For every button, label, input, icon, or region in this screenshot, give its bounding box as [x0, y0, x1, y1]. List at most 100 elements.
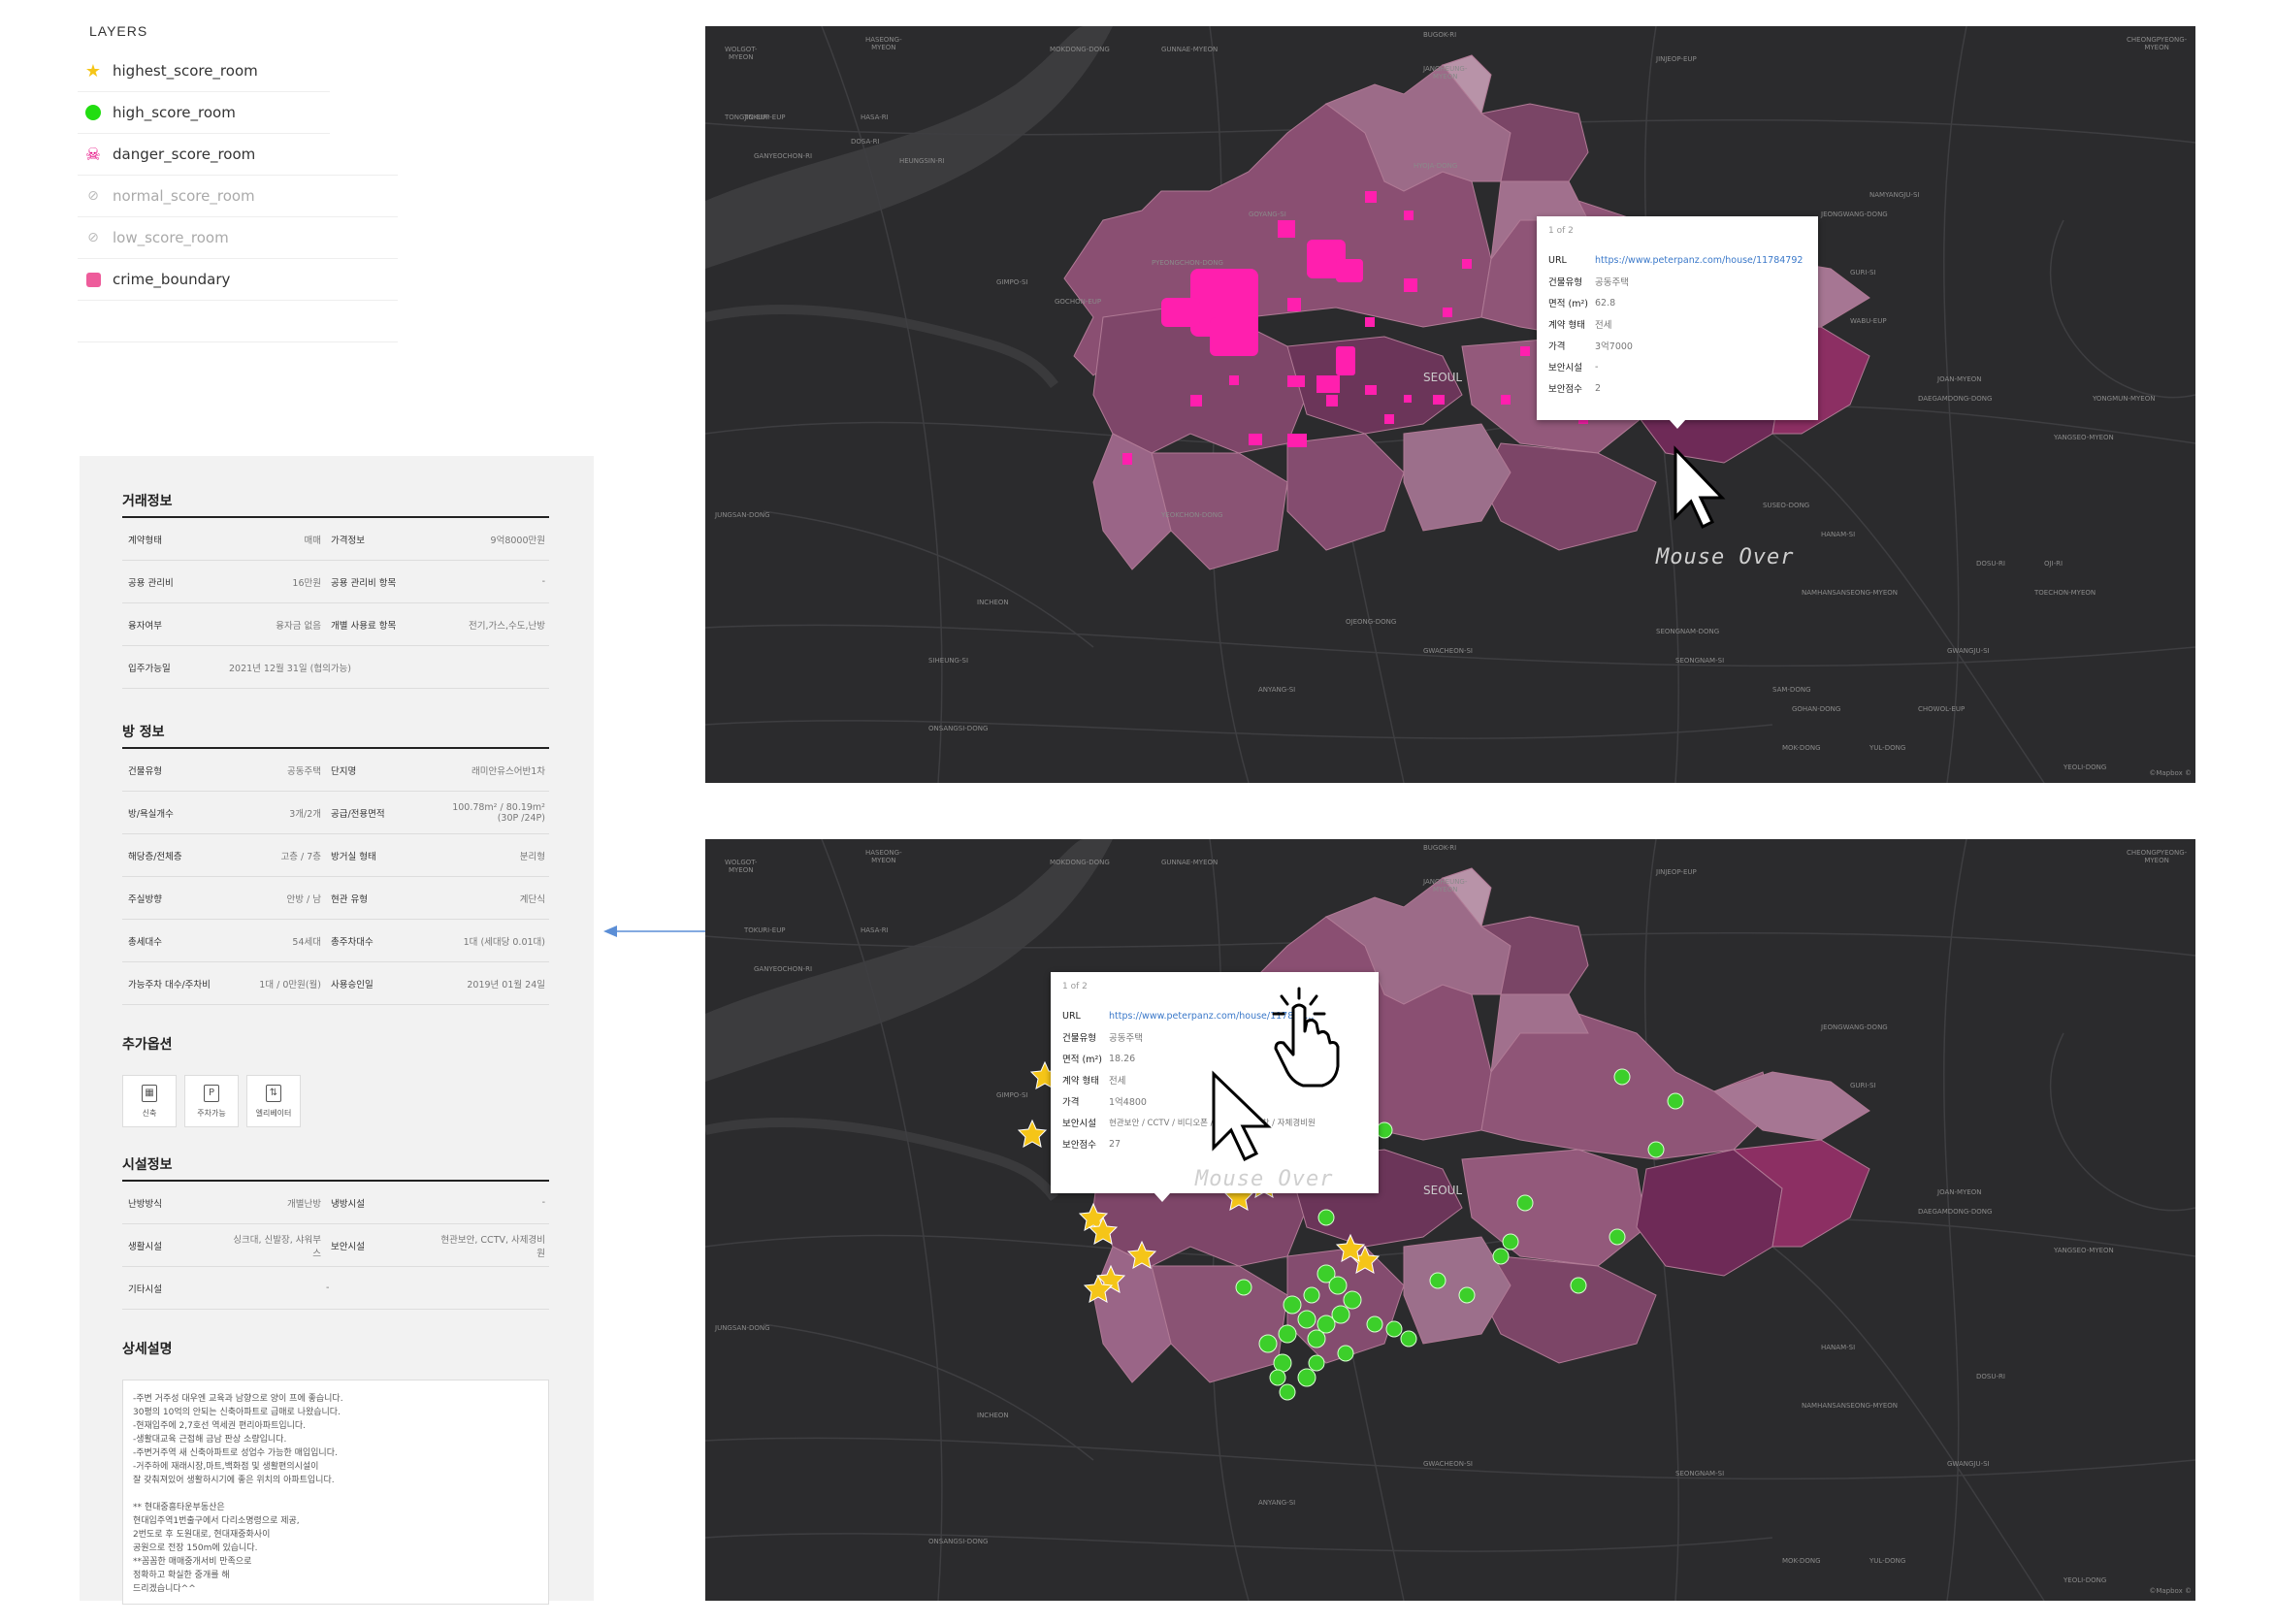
detail-row: 방/욕실개수 3개/2개 공급/전용면적 100.78m² / 80.19m² … — [122, 792, 549, 834]
building-icon: ▦ — [142, 1084, 157, 1102]
map-view-danger[interactable]: HASEONG- MYEON WOLGOT- MYEON TONGJIN-EUP… — [705, 26, 2195, 783]
place-label: GANYEOCHON-RI — [754, 152, 813, 160]
place-label: NAMHANSANSEONG-MYEON — [1802, 1402, 1898, 1410]
elevator-icon: ⇅ — [266, 1084, 281, 1102]
popup-key: 보안시설 — [1548, 363, 1582, 374]
detail-key: 방/욕실개수 — [128, 808, 174, 820]
popup-value: 2 — [1595, 382, 1602, 394]
layer-normal-score-room[interactable]: ⊘ normal_score_room — [78, 176, 398, 217]
place-label: SUSEO-DONG — [1763, 502, 1810, 509]
place-label: GIMPO-SI — [996, 1091, 1028, 1099]
popup-key: 보안점수 — [1548, 384, 1582, 395]
detail-key: 공용 관리비 항목 — [331, 577, 397, 589]
seoul-label: SEOUL — [1423, 1184, 1463, 1197]
detail-key: 공용 관리비 — [128, 577, 174, 589]
place-label: WABU-EUP — [1850, 317, 1887, 325]
layer-danger-score-room[interactable]: ☠ danger_score_room — [78, 134, 398, 176]
place-label: GWACHEON-SI — [1423, 647, 1473, 655]
place-label: BUGOK-RI — [1423, 31, 1457, 39]
detail-value: 9억8000만원 — [490, 535, 545, 546]
place-label: HANAM-SI — [1821, 1344, 1856, 1351]
hand-pointer-icon — [1272, 987, 1340, 1088]
popup-pagination[interactable]: 1 of 2 — [1548, 226, 1806, 236]
popup-value: 전세 — [1595, 320, 1612, 331]
popup-key: 보안점수 — [1062, 1140, 1096, 1151]
seoul-label: SEOUL — [1423, 371, 1463, 384]
place-label: INCHEON — [977, 1412, 1009, 1419]
layer-highest-score-room[interactable]: ★ highest_score_room — [78, 50, 330, 92]
detail-value: 현관보안, CCTV, 사제경비원 — [440, 1234, 545, 1259]
section-title-options: 추가옵션 — [122, 1037, 173, 1053]
detail-key: 방거실 형태 — [331, 851, 376, 862]
parking-icon: P — [204, 1084, 219, 1102]
detail-key: 냉방시설 — [331, 1198, 365, 1210]
popup-value: 27 — [1109, 1138, 1121, 1150]
popup-key: 건물유형 — [1548, 277, 1582, 288]
popup-key: 면적 (m²) — [1548, 299, 1588, 309]
place-label: SEONGNAM-DONG — [1656, 628, 1720, 635]
option-elevator: ⇅ 엘리베이터 — [246, 1075, 301, 1127]
popup-row: URL https://www.peterpanz.com/house/11784… — [1548, 249, 1806, 271]
place-label: HYOJA-DONG — [1414, 162, 1458, 170]
place-label: SEONGNAM-SI — [1675, 1470, 1725, 1478]
layers-panel: LAYERS ★ highest_score_room high_score_r… — [78, 19, 398, 342]
popup-key: 면적 (m²) — [1062, 1055, 1102, 1065]
place-label: SAM-DONG — [1772, 686, 1811, 694]
detail-value: 융자금 없음 — [276, 620, 321, 632]
place-label: DOSA-RI — [851, 138, 880, 146]
place-label: MOKDONG-DONG — [1050, 46, 1110, 53]
option-new-building: ▦ 신축 — [122, 1075, 177, 1127]
place-label: JUNGSAN-DONG — [715, 1324, 770, 1332]
place-label: GWACHEON-SI — [1423, 1460, 1473, 1468]
place-label: HASEONG- MYEON — [865, 36, 902, 51]
place-label: NAMYANGJU-SI — [1869, 191, 1920, 199]
place-label: DOSU-RI — [1976, 560, 2005, 568]
option-label: 주차가능 — [197, 1108, 226, 1118]
detail-value: 계단식 — [519, 893, 545, 905]
place-label: DAEGAMDONG-DONG — [1918, 1208, 1993, 1216]
detail-row: 해당층/전체층 고층 / 7층 방거실 형태 분리형 — [122, 834, 549, 877]
popup-key: 가격 — [1062, 1097, 1080, 1108]
detail-row: 총세대수 54세대 총주차대수 1대 (세대당 0.01대) — [122, 920, 549, 962]
detail-value: 고층 / 7층 — [280, 851, 321, 862]
mouse-cursor-icon — [1212, 1070, 1272, 1162]
detail-key: 계약형태 — [128, 535, 162, 546]
place-label: YUL-DONG — [1869, 1557, 1906, 1565]
popup-url-link[interactable]: https://www.peterpanz.com/house/11784792 — [1595, 255, 1803, 266]
options-list: ▦ 신축 P 주차가능 ⇅ 엘리베이터 — [122, 1075, 549, 1127]
popup-row: 건물유형 공동주택 — [1548, 271, 1806, 292]
detail-key: 주실방향 — [128, 893, 162, 905]
place-label: JOAN-MYEON — [1937, 1188, 1982, 1196]
detail-value: - — [326, 1283, 330, 1293]
detail-key: 가격정보 — [331, 535, 365, 546]
popup-value: 공동주택 — [1109, 1033, 1143, 1044]
detail-row: 계약형태 매매 가격정보 9억8000만원 — [122, 518, 549, 561]
popup-row: 보안시설 - — [1548, 356, 1806, 377]
option-label: 신축 — [142, 1108, 157, 1118]
detail-key: 공급/전용면적 — [331, 808, 385, 820]
detail-value: 매매 — [304, 535, 321, 546]
layer-high-score-room[interactable]: high_score_room — [78, 92, 330, 134]
detail-key: 단지명 — [331, 765, 357, 777]
layer-crime-boundary[interactable]: crime_boundary — [78, 259, 398, 301]
place-label: WOLGOT- MYEON — [725, 46, 758, 61]
place-label: GOYANG-SI — [1249, 211, 1286, 218]
place-label: ANYANG-SI — [1258, 686, 1296, 694]
map-view-safe[interactable]: HASEONG- MYEON WOLGOT- MYEON MOKDONG-DON… — [705, 839, 2195, 1601]
option-label: 엘리베이터 — [255, 1108, 292, 1118]
place-label: YEOLI-DONG — [2064, 763, 2107, 771]
detail-value: 54세대 — [292, 936, 321, 948]
layer-low-score-room[interactable]: ⊘ low_score_room — [78, 217, 398, 259]
layer-divider — [78, 301, 398, 342]
detail-value: 전기,가스,수도,난방 — [469, 620, 545, 632]
place-label: YEOLI-DONG — [2064, 1576, 2107, 1584]
detail-key: 난방방식 — [128, 1198, 162, 1210]
layer-label: high_score_room — [113, 104, 236, 121]
detail-row: 건물유형 공동주택 단지명 래미안유스어반1차 — [122, 749, 549, 792]
place-label: HASEONG- MYEON — [865, 849, 902, 864]
detail-value: 2021년 12월 31일 (협의가능) — [229, 663, 352, 674]
popup-key: 계약 형태 — [1548, 320, 1585, 331]
detail-row: 난방방식 개별난방 냉방시설 - — [122, 1182, 549, 1224]
place-label: HASA-RI — [861, 114, 889, 121]
place-label: GWANGJU-SI — [1947, 647, 1990, 655]
